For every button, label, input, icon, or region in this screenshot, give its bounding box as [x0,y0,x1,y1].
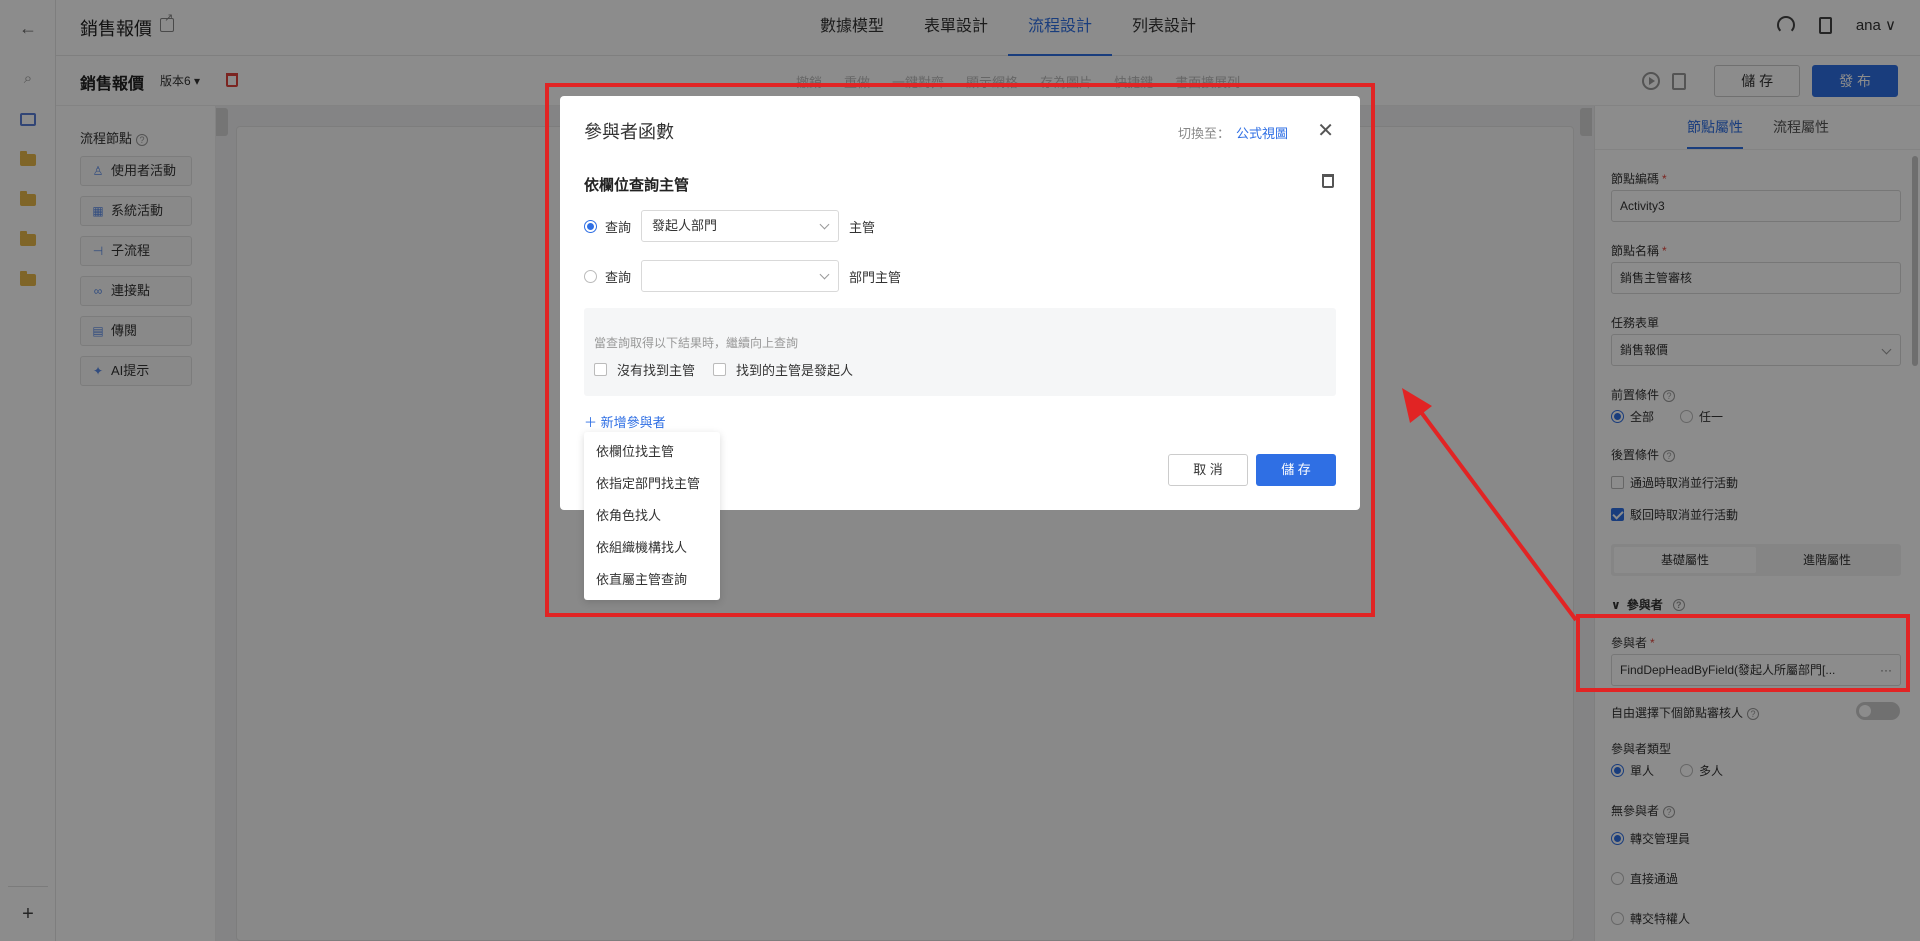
annotation-box-dialog [545,83,1375,617]
annotation-box-participants [1576,614,1910,692]
